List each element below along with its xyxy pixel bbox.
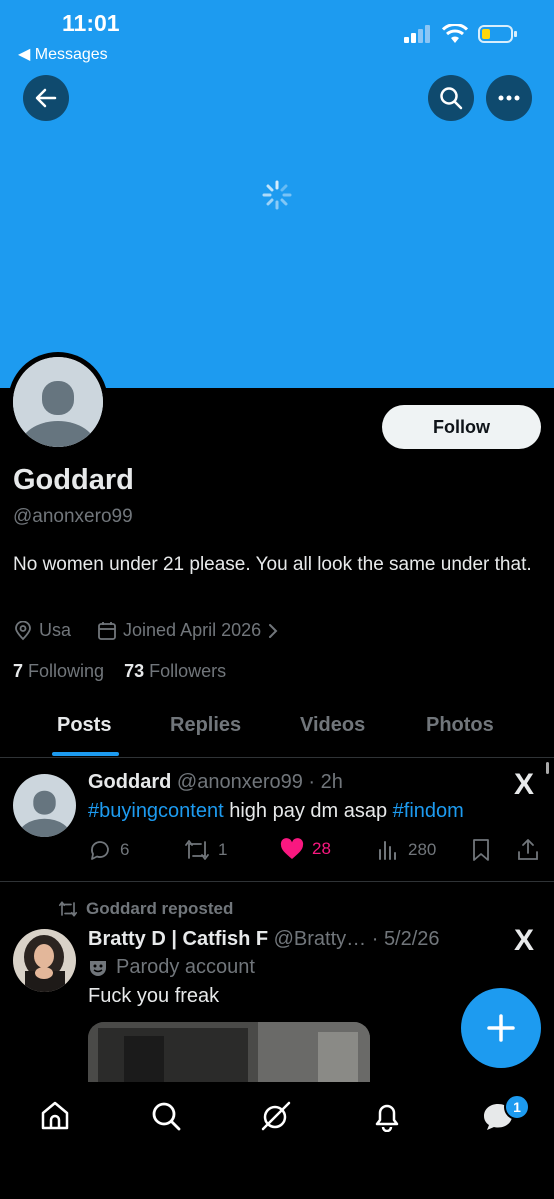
messages-badge: 1 (504, 1094, 530, 1120)
location-pin-icon (15, 620, 31, 640)
post-author-name[interactable]: Bratty D | Catfish F (88, 928, 268, 950)
profile-bio: No women under 21 please. You all look t… (13, 554, 532, 575)
default-avatar-icon (13, 774, 76, 837)
post-header: Goddard @anonxero99 · 2h (88, 771, 343, 794)
like-button[interactable]: 28 (280, 838, 331, 860)
bookmark-button[interactable] (470, 838, 492, 862)
tab-videos[interactable]: Videos (300, 714, 365, 737)
repost-label[interactable]: Goddard reposted (86, 899, 233, 919)
grok-icon (261, 1101, 291, 1131)
repost-button[interactable]: 1 (184, 838, 227, 862)
cellular-signal-icon (404, 25, 430, 43)
search-icon (440, 87, 463, 110)
bell-icon (375, 1104, 399, 1133)
home-icon (41, 1101, 69, 1130)
post-actions: 6 1 28 280 (88, 838, 543, 864)
tab-replies[interactable]: Replies (170, 714, 241, 737)
views-button[interactable]: 280 (376, 838, 436, 862)
calendar-icon (98, 621, 116, 640)
post-handle-time: @Bratty… · 5/2/26 (273, 928, 440, 950)
followers-count: 73 (124, 661, 145, 681)
post-divider (0, 881, 554, 882)
theater-masks-icon (90, 960, 106, 976)
nav-grok[interactable] (260, 1100, 292, 1137)
default-avatar-icon (13, 357, 103, 447)
nav-notifications[interactable] (371, 1100, 403, 1137)
post-author-name[interactable]: Goddard (88, 771, 171, 793)
hashtag-link[interactable]: #buyingcontent (88, 800, 224, 822)
reply-count: 6 (120, 840, 130, 859)
profile-location: Usa (39, 620, 72, 640)
profile-name: Goddard (13, 464, 134, 496)
plus-icon (487, 1014, 515, 1042)
bookmark-icon (473, 839, 489, 861)
parody-label: Parody account (116, 956, 255, 978)
follow-button[interactable]: Follow (382, 405, 541, 449)
repost-icon (185, 840, 209, 860)
post-header: Bratty D | Catfish F @Bratty… · 5/2/26 (88, 928, 440, 951)
x-logo-icon: X (514, 768, 535, 801)
post-text-body: high pay dm asap (223, 800, 393, 822)
bottom-navigation (0, 1082, 554, 1199)
profile-avatar[interactable] (8, 352, 108, 452)
follow-counts: 7 Following 73 Followers (13, 661, 226, 682)
post-photo (88, 1022, 370, 1082)
like-count: 28 (312, 839, 331, 858)
more-icon (498, 95, 520, 101)
reply-button[interactable]: 6 (88, 838, 129, 862)
post-author-avatar[interactable] (13, 929, 76, 992)
compose-post-button[interactable] (461, 988, 541, 1068)
heart-filled-icon (280, 838, 304, 859)
profile-handle: @anonxero99 (13, 506, 133, 527)
arrow-left-icon (35, 88, 57, 108)
views-icon (379, 841, 396, 860)
profile-tabs: Posts Replies Videos Photos (0, 700, 554, 758)
profile-joined-date[interactable]: Joined April 2026 (123, 620, 261, 641)
post-text: #buyingcontent high pay dm asap #findom (88, 800, 464, 823)
repost-icon (58, 901, 78, 917)
battery-icon (478, 25, 517, 43)
active-tab-indicator (52, 752, 119, 756)
status-icons (404, 24, 518, 44)
loading-spinner-icon (262, 180, 292, 210)
tab-photos[interactable]: Photos (426, 714, 494, 737)
nav-home[interactable] (39, 1100, 71, 1137)
share-icon (518, 839, 538, 860)
post-media-image[interactable] (88, 1022, 370, 1082)
repost-context: Goddard reposted (58, 899, 233, 919)
user-photo-avatar (13, 929, 76, 992)
following-link[interactable]: 7 Following (13, 661, 104, 681)
profile-meta: Usa Joined April 2026 (13, 620, 279, 641)
repost-count: 1 (218, 840, 228, 859)
share-button[interactable] (516, 838, 540, 862)
post-handle-time: @anonxero99 · 2h (176, 771, 343, 793)
chevron-right-icon[interactable] (267, 623, 279, 639)
wifi-icon (442, 24, 468, 43)
status-time: 11:01 (62, 10, 120, 36)
post-author-avatar[interactable] (13, 774, 76, 837)
followers-link[interactable]: 73 Followers (124, 661, 226, 681)
hashtag-link[interactable]: #findom (393, 800, 464, 822)
more-options-button[interactable] (486, 75, 532, 121)
scroll-indicator (546, 762, 549, 774)
followers-label: Followers (149, 661, 227, 681)
back-button[interactable] (23, 75, 69, 121)
tab-posts[interactable]: Posts (57, 714, 111, 737)
back-to-messages-link[interactable]: ◀ Messages (18, 44, 108, 64)
views-count: 280 (408, 840, 437, 859)
following-label: Following (28, 661, 105, 681)
following-count: 7 (13, 661, 24, 681)
search-button[interactable] (428, 75, 474, 121)
search-icon (152, 1102, 181, 1131)
x-logo-icon: X (514, 924, 535, 957)
post-text: Fuck you freak (88, 985, 220, 1007)
parody-label-row: Parody account (88, 956, 255, 979)
nav-search[interactable] (150, 1100, 182, 1137)
reply-icon (91, 841, 109, 860)
